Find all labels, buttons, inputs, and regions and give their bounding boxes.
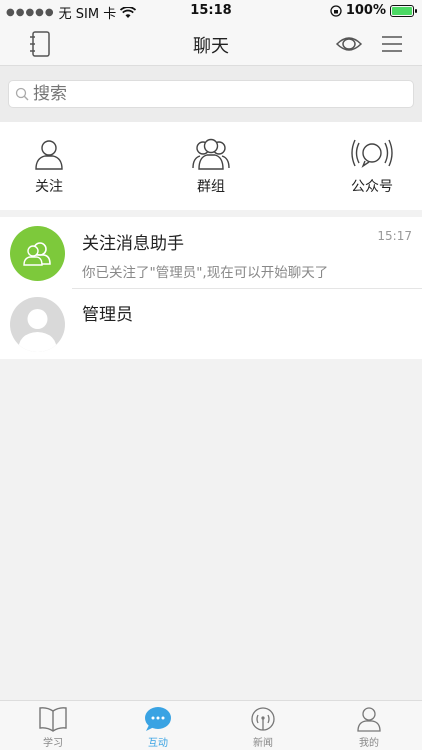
chat-preview: 你已关注了"管理员",现在可以开始聊天了 [82,265,329,281]
avatar [10,297,65,352]
antenna-icon [251,707,275,731]
search-section [0,66,422,122]
broadcast-icon [351,139,393,168]
tab-bar: 学习 互动 新闻 我的 [0,700,422,750]
battery-fill [392,6,412,15]
eye-button[interactable] [333,28,365,60]
tab-label: 新闻 [253,738,273,749]
tab-label: 我的 [359,738,379,749]
quick-actions: 关注 群组 公众号 [0,122,422,210]
tab-label: 互动 [148,738,168,749]
official-accounts-button[interactable]: 公众号 [327,136,417,196]
group-icon [192,138,230,170]
chat-list: 关注消息助手 你已关注了"管理员",现在可以开始聊天了 15:17 管理员 [0,217,422,359]
chat-row-assistant[interactable]: 关注消息助手 你已关注了"管理员",现在可以开始聊天了 15:17 [0,217,422,288]
official-accounts-label: 公众号 [351,179,393,195]
chat-name: 关注消息助手 [82,234,184,254]
tab-study[interactable]: 学习 [18,706,88,749]
groups-button[interactable]: 群组 [166,136,256,196]
tab-label: 学习 [43,738,63,749]
chat-row-admin[interactable]: 管理员 [0,288,422,359]
menu-icon [382,36,402,52]
nav-bar: 聊天 [0,22,422,66]
menu-button[interactable] [376,28,408,60]
battery-percent: 100% [345,3,386,18]
tab-profile[interactable]: 我的 [334,706,404,749]
chat-bubble-icon [145,707,171,731]
chat-name: 管理员 [82,305,133,325]
person-icon [35,140,63,170]
follow-label: 关注 [35,179,63,195]
search-box[interactable] [8,80,414,108]
search-icon [15,87,29,101]
default-avatar-icon [18,309,57,352]
follow-button[interactable]: 关注 [4,136,94,196]
battery-icon [390,4,417,17]
groups-label: 群组 [197,179,225,195]
orientation-lock-icon [330,4,342,17]
search-input[interactable] [33,84,252,104]
avatar [10,226,65,281]
profile-icon [357,707,381,732]
chat-time: 15:17 [377,229,412,243]
assistant-avatar-icon [23,242,51,266]
book-icon [39,707,67,732]
tab-interact[interactable]: 互动 [123,706,193,749]
eye-icon [335,37,363,51]
status-bar: ●●●●● 无 SIM 卡 15:18 100% [0,0,422,22]
status-right: 100% [330,3,417,18]
tab-news[interactable]: 新闻 [228,706,298,749]
